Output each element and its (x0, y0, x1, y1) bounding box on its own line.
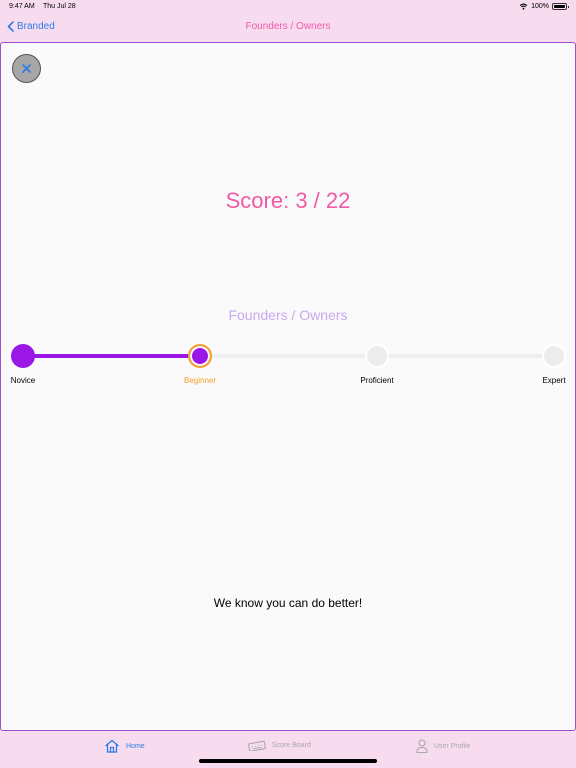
close-icon (22, 64, 31, 73)
tab-home[interactable]: Home (104, 739, 145, 753)
score-text: Score: 3 / 22 (225, 188, 351, 213)
tab-user-profile[interactable]: User Profile (416, 739, 471, 753)
result-card: Score: 3 / 22 Founders / Owners Novice Be… (0, 42, 576, 731)
tab-home-label: Home (126, 742, 145, 750)
level-label-proficient: Proficient (360, 376, 394, 385)
status-date: Thu Jul 28 (43, 3, 76, 10)
navigation-bar: Branded Founders / Owners (0, 14, 576, 42)
battery-percent: 100% (531, 3, 549, 10)
level-track-fill (23, 354, 200, 358)
status-time: 9:47 AM (9, 3, 35, 10)
battery-fill (554, 5, 565, 8)
feedback-message: We know you can do better! (213, 596, 363, 610)
level-label-beginner: Beginner (183, 376, 217, 385)
level-track (23, 354, 554, 358)
level-node-novice (11, 344, 35, 368)
status-bar: 9:47 AM Thu Jul 28 100% (0, 0, 576, 14)
tab-user-profile-label: User Profile (434, 742, 471, 750)
status-indicators: 100% (519, 3, 569, 10)
wifi-icon (519, 3, 528, 10)
category-title: Founders / Owners (228, 307, 348, 323)
home-icon (105, 739, 119, 753)
battery-icon (552, 3, 569, 10)
person-icon (416, 739, 428, 753)
home-indicator (199, 759, 377, 763)
level-node-proficient (365, 344, 389, 368)
page-title: Founders / Owners (245, 21, 331, 32)
keyboard-icon (248, 740, 266, 751)
level-label-novice: Novice (10, 376, 36, 385)
level-node-beginner (188, 344, 212, 368)
level-node-expert (542, 344, 566, 368)
level-label-expert: Expert (542, 376, 566, 385)
close-button[interactable] (12, 54, 41, 83)
tab-score-board-label: Score Board (272, 741, 311, 749)
tab-score-board[interactable]: Score Board (248, 739, 311, 751)
